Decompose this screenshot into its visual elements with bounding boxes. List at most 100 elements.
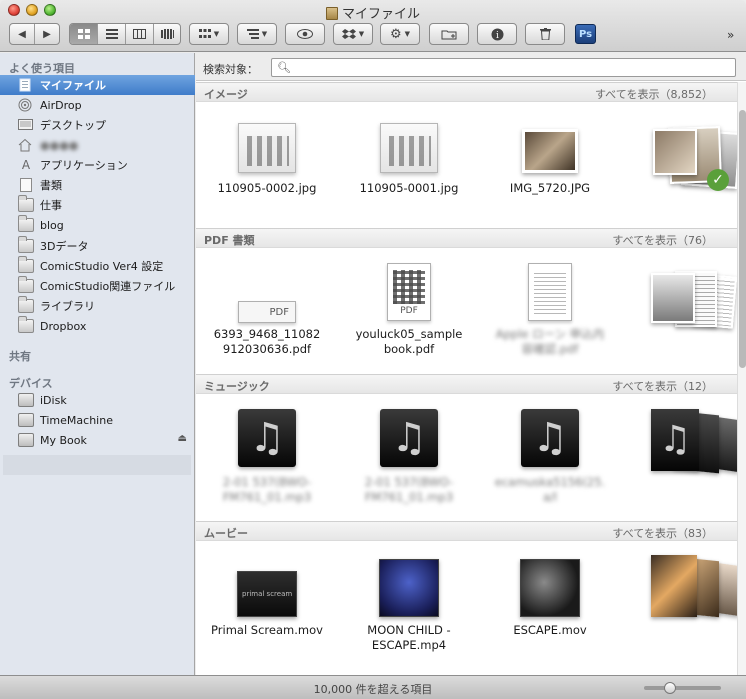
photoshop-icon: Ps	[578, 28, 593, 40]
sidebar-item-desktop[interactable]: デスクトップ	[0, 115, 195, 135]
section-header-movies: ムービー すべてを表示（83）	[196, 521, 737, 541]
music-note-icon: ♫	[238, 409, 296, 467]
movie-stack-more[interactable]	[649, 553, 744, 623]
sort-menu-button[interactable]: ▼	[237, 23, 277, 45]
sidebar-item-my-book[interactable]: My Book ⏏	[0, 430, 195, 450]
sidebar-heading-devices: デバイス	[9, 377, 53, 390]
file-item[interactable]: ♫ ecamuska5156(25. a/l	[485, 409, 615, 505]
desktop-icon	[18, 118, 34, 132]
sidebar-item-dropbox[interactable]: Dropbox	[0, 316, 195, 336]
coverflow-view-button[interactable]	[154, 24, 180, 44]
drive-icon	[18, 413, 34, 427]
file-item[interactable]: Apple ローン 申込内 容確認.pdf	[485, 263, 615, 357]
chevron-down-icon: ▼	[261, 30, 268, 38]
gear-icon: ⚙	[389, 26, 402, 42]
slider-knob[interactable]	[664, 682, 676, 694]
file-item[interactable]: PDF 6393_9468_11082 912030636.pdf	[202, 301, 332, 357]
column-view-button[interactable]	[126, 24, 154, 44]
file-item[interactable]: ESCAPE.mov	[485, 559, 615, 638]
scrollbar-thumb[interactable]	[739, 110, 746, 368]
back-forward-control: ◀ ▶	[9, 23, 60, 45]
get-info-button[interactable]: i	[477, 23, 517, 45]
show-all-link[interactable]: すべてを表示（83）	[612, 525, 713, 541]
chevron-down-icon: ▼	[213, 30, 220, 38]
section-title: PDF 書類	[204, 234, 255, 247]
forward-button[interactable]: ▶	[35, 24, 59, 44]
show-all-link[interactable]: すべてを表示（76）	[612, 232, 713, 248]
section-header-pdf: PDF 書類 すべてを表示（76）	[196, 228, 737, 248]
sidebar-item-idisk[interactable]: iDisk	[0, 390, 195, 410]
sidebar-item-applications[interactable]: A アプリケーション	[0, 155, 195, 175]
section-header-images: イメージ すべてを表示（8,852）	[196, 82, 737, 102]
sidebar-item-library[interactable]: ライブラリ	[0, 296, 195, 316]
file-item[interactable]: PDF youluck05_sample book.pdf	[344, 263, 474, 357]
sidebar-item-3d-data[interactable]: 3Dデータ	[0, 236, 195, 256]
file-item[interactable]: primal scream Primal Scream.mov	[202, 571, 332, 638]
sidebar-item-label: TimeMachine	[40, 413, 113, 427]
file-name-line: 容確認.pdf	[521, 342, 579, 356]
image-stack-more[interactable]: ✓	[649, 123, 744, 193]
sidebar-item-comicstudio-settings[interactable]: ComicStudio Ver4 設定	[0, 256, 195, 276]
trash-button[interactable]	[525, 23, 565, 45]
pdf-stack-more[interactable]	[649, 267, 744, 337]
vertical-scrollbar[interactable]	[737, 82, 746, 675]
sidebar-item-comicstudio-files[interactable]: ComicStudio関連ファイル	[0, 276, 195, 296]
sidebar-item-label: マイファイル	[40, 79, 106, 92]
sidebar-item-label: blog	[40, 218, 64, 232]
eject-icon[interactable]: ⏏	[178, 433, 187, 444]
sidebar-item-airdrop[interactable]: AirDrop	[0, 95, 195, 115]
chevron-down-icon: ▼	[404, 30, 411, 38]
file-item[interactable]: 110905-0001.jpg	[344, 123, 474, 196]
sidebar-item-label: ●●●●	[40, 138, 79, 152]
sidebar-item-timemachine[interactable]: TimeMachine	[0, 410, 195, 430]
sidebar-item-documents[interactable]: 書類	[0, 175, 195, 195]
sidebar-item-home[interactable]: ●●●●	[0, 135, 195, 155]
sidebar-item-label: 3Dデータ	[40, 240, 89, 253]
photoshop-app-button[interactable]: Ps	[575, 24, 596, 44]
action-menu-button[interactable]: ⚙ ▼	[380, 23, 420, 45]
sidebar-item-label: iDisk	[40, 393, 67, 407]
show-all-link[interactable]: すべてを表示（12）	[612, 378, 713, 394]
icon-size-slider[interactable]	[644, 682, 721, 694]
dropbox-menu-button[interactable]: ▼	[333, 23, 373, 45]
status-bar: 10,000 件を超える項目	[0, 675, 746, 699]
chevron-down-icon: ▼	[358, 30, 365, 38]
back-button[interactable]: ◀	[10, 24, 35, 44]
file-item[interactable]: MOON CHILD - ESCAPE.mp4	[344, 559, 474, 653]
file-name-line: 2-01 537(BWO-	[222, 475, 312, 489]
pdf-badge: PDF	[400, 306, 418, 316]
music-stack-more[interactable]: ♫	[649, 409, 744, 479]
search-input[interactable]: 🔍︎	[271, 58, 736, 77]
sidebar-item-blog[interactable]: blog	[0, 215, 195, 235]
show-all-link[interactable]: すべてを表示（8,852）	[595, 86, 713, 102]
file-name-line: youluck05_sample	[355, 327, 463, 341]
sidebar-item-work[interactable]: 仕事	[0, 195, 195, 215]
idisk-icon	[18, 393, 34, 407]
movie-thumbnail	[379, 559, 439, 617]
pdf-thumbnail: PDF	[238, 301, 296, 323]
file-name: Primal Scream.mov	[202, 623, 332, 638]
arrange-menu-button[interactable]: ▼	[189, 23, 229, 45]
toolbar-overflow-button[interactable]: »	[727, 28, 734, 42]
folder-icon	[18, 215, 34, 232]
file-item[interactable]: ♫ 2-01 537(BWO- FM761_01.mp3	[202, 409, 332, 505]
sidebar: よく使う項目 マイファイル AirDrop デスクトップ ●●●● A アプリケ…	[0, 53, 195, 675]
file-item[interactable]: ♫ 2-01 537(BWO- FM761_01.mp3	[344, 409, 474, 505]
sidebar-item-all-my-files[interactable]: マイファイル	[0, 75, 195, 95]
list-view-button[interactable]	[98, 24, 126, 44]
new-folder-button[interactable]	[429, 23, 469, 45]
file-item[interactable]: 110905-0002.jpg	[202, 123, 332, 196]
pdf-thumbnail: PDF	[387, 263, 431, 321]
item-count-text: 10,000 件を超える項目	[313, 683, 433, 696]
movie-thumbnail: primal scream	[237, 571, 297, 617]
file-item[interactable]: IMG_5720.JPG	[485, 129, 615, 196]
icon-view-button[interactable]	[70, 24, 98, 44]
section-title: ミュージック	[204, 380, 270, 393]
file-browser: 検索対象： 🔍︎ イメージ すべてを表示（8,852） 110905-0002.…	[196, 53, 746, 675]
screenshot-thumbnail	[380, 123, 438, 173]
file-name: MOON CHILD - ESCAPE.mp4	[344, 623, 474, 653]
pdf-badge: PDF	[269, 307, 289, 318]
quick-look-button[interactable]	[285, 23, 325, 45]
file-name: 110905-0001.jpg	[359, 181, 459, 195]
chevron-left-icon: ◀	[18, 28, 26, 40]
